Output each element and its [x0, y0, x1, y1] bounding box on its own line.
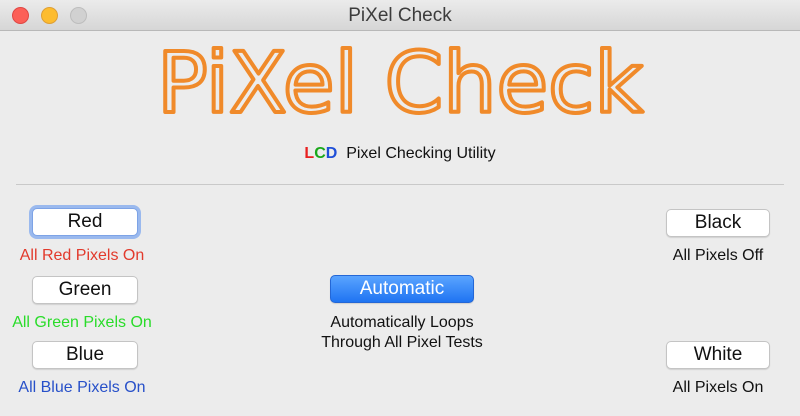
- blue-button[interactable]: Blue: [32, 341, 138, 369]
- red-caption: All Red Pixels On: [19, 247, 145, 264]
- header-divider: [16, 184, 784, 185]
- green-button[interactable]: Green: [32, 276, 138, 304]
- automatic-button[interactable]: Automatic: [330, 275, 474, 303]
- black-button[interactable]: Black: [666, 209, 770, 237]
- title-bar: PiXel Check: [0, 0, 800, 31]
- subtitle-letter-d: D: [325, 145, 338, 162]
- green-caption: All Green Pixels On: [12, 314, 152, 331]
- blue-caption: All Blue Pixels On: [18, 379, 146, 396]
- red-button[interactable]: Red: [32, 208, 138, 236]
- automatic-caption-line1: Automatically Loops: [330, 314, 474, 331]
- app-subtitle: LCD Pixel Checking Utility: [0, 145, 800, 163]
- white-caption: All Pixels On: [672, 379, 764, 396]
- automatic-caption-line2: Through All Pixel Tests: [321, 334, 483, 351]
- window-title: PiXel Check: [348, 5, 452, 26]
- subtitle-letter-c: C: [314, 145, 326, 162]
- app-logo: PiXel Check: [0, 34, 800, 130]
- black-caption: All Pixels Off: [672, 247, 764, 264]
- logo-text: PiXel Check: [157, 34, 643, 130]
- subtitle-letter-l: L: [304, 145, 315, 162]
- white-button[interactable]: White: [666, 341, 770, 369]
- subtitle-text: Pixel Checking Utility: [346, 145, 496, 162]
